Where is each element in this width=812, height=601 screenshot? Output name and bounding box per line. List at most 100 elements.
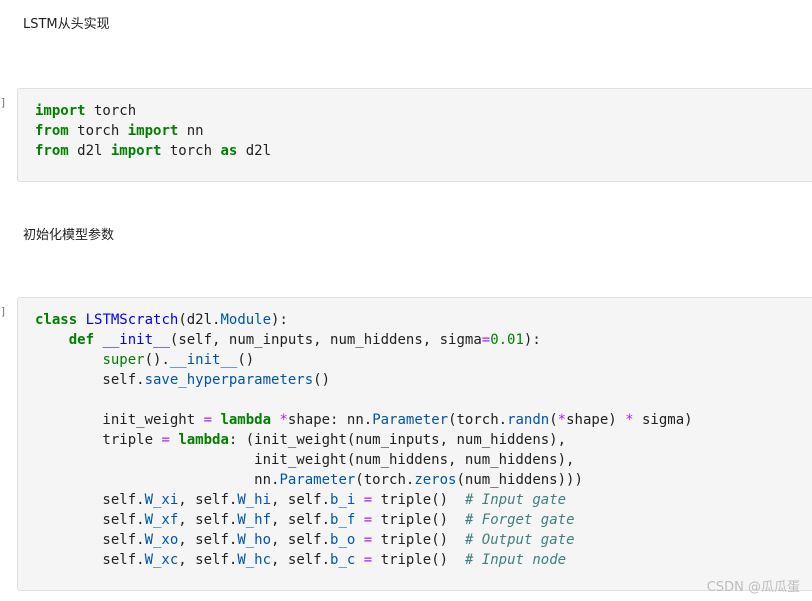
code-token: W_xo (144, 532, 179, 548)
code-line: from d2l import torch as d2l (35, 141, 271, 161)
code-token: self. (35, 532, 145, 548)
code-token: init_weight(num_hiddens, num_hiddens), (35, 452, 575, 468)
code-token: = (363, 512, 373, 528)
code-line: self.W_xo, self.W_ho, self.b_o = triple(… (35, 530, 574, 550)
code-token: triple() (372, 512, 465, 528)
code-line: init_weight(num_hiddens, num_hiddens), (35, 450, 574, 470)
code-token: 0.01 (490, 332, 524, 348)
code-token: d2l (237, 143, 272, 159)
code-token: = (363, 532, 373, 548)
code-token: , self. (178, 532, 238, 548)
code-token: randn (507, 412, 550, 428)
code-line: def __init__(self, num_inputs, num_hidde… (35, 330, 541, 350)
code-token: Module (220, 312, 272, 328)
csdn-watermark: CSDN @瓜瓜蛋 (706, 580, 800, 595)
code-token: b_i (330, 492, 356, 508)
code-token: = (203, 412, 213, 428)
code-token: = (363, 492, 373, 508)
code-token: Parameter (279, 472, 356, 488)
code-token: __init__ (169, 352, 238, 368)
code-line: self.save_hyperparameters() (35, 370, 330, 390)
code-token: (torch. (448, 412, 508, 428)
code-line: nn.Parameter(torch.zeros(num_hiddens))) (35, 470, 583, 490)
code-token: lambda (178, 432, 229, 448)
code-token: = (161, 432, 170, 448)
code-token: (d2l. (178, 312, 221, 328)
code-token: W_xc (144, 552, 179, 568)
cell-prompt-1: ]: (0, 96, 8, 109)
code-token: init_weight (35, 412, 204, 428)
code-token: , self. (178, 512, 238, 528)
code-token: W_hi (237, 492, 272, 508)
code-token: triple() (372, 492, 465, 508)
code-token: self. (35, 512, 145, 528)
code-line: import torch (35, 101, 136, 121)
code-cell-lstm-class[interactable]: class LSTMScratch(d2l.Module): def __ini… (17, 297, 812, 591)
code-token: (). (144, 352, 170, 368)
markdown-init-params-text: 初始化模型参数 (23, 228, 115, 243)
code-token: b_c (330, 552, 356, 568)
code-line: self.W_xf, self.W_hf, self.b_f = triple(… (35, 510, 574, 530)
code-token: W_hf (237, 512, 272, 528)
code-token: = (481, 332, 491, 348)
code-token: () (237, 352, 255, 368)
code-token: ): (271, 312, 288, 328)
markdown-title-text: LSTM从头实现 (23, 17, 110, 32)
markdown-cell-init-params[interactable]: 初始化模型参数 (23, 227, 114, 245)
code-token: torch (85, 103, 137, 119)
code-token: b_o (330, 532, 356, 548)
code-token: , self. (271, 492, 331, 508)
code-token: import (127, 123, 179, 139)
code-token: super (102, 352, 145, 368)
code-token: (num_hiddens))) (456, 472, 583, 488)
code-token: ): (523, 332, 541, 348)
code-token: (self, num_inputs, num_hiddens, sigma (169, 332, 482, 348)
code-token: # Input node (464, 552, 567, 568)
code-token: # Input gate (464, 492, 567, 508)
code-line: init_weight = lambda *shape: nn.Paramete… (35, 410, 693, 430)
code-token: triple() (372, 532, 465, 548)
code-token: __init__ (102, 332, 170, 348)
code-line: from torch import nn (35, 121, 204, 141)
code-token: W_hc (237, 552, 272, 568)
code-token: save_hyperparameters (144, 372, 314, 388)
code-token: b_f (330, 512, 356, 528)
code-token: , self. (178, 552, 238, 568)
code-token: , self. (271, 532, 331, 548)
code-token: d2l (68, 143, 111, 159)
code-token: self. (35, 552, 145, 568)
code-token: , self. (178, 492, 238, 508)
code-line: super().__init__() (35, 350, 254, 370)
code-token: nn. (35, 472, 280, 488)
code-token: : (init_weight(num_inputs, num_hiddens), (228, 432, 567, 448)
code-token: ( (549, 412, 558, 428)
code-token: self. (35, 372, 145, 388)
code-line: class LSTMScratch(d2l.Module): (35, 310, 288, 330)
markdown-cell-title[interactable]: LSTM从头实现 (23, 16, 110, 34)
code-token: zeros (414, 472, 457, 488)
code-token: W_xf (144, 512, 179, 528)
code-cell-imports[interactable]: import torch from torch import nn from d2l… (17, 88, 812, 182)
code-token: (torch. (355, 472, 415, 488)
code-token: from (35, 143, 69, 159)
code-token: shape: nn. (287, 412, 373, 428)
code-token: import (110, 143, 162, 159)
code-token: () (313, 372, 331, 388)
code-token: * (625, 412, 634, 428)
code-token: LSTMScratch (85, 312, 179, 328)
code-token: W_xi (144, 492, 179, 508)
cell-prompt-2: ]: (0, 305, 8, 318)
code-token: * (557, 412, 567, 428)
code-token: , self. (271, 512, 331, 528)
code-token: import (35, 103, 86, 119)
code-token: sigma) (633, 412, 693, 428)
code-token: self. (35, 492, 145, 508)
code-token: torch (161, 143, 221, 159)
code-token: , self. (271, 552, 331, 568)
